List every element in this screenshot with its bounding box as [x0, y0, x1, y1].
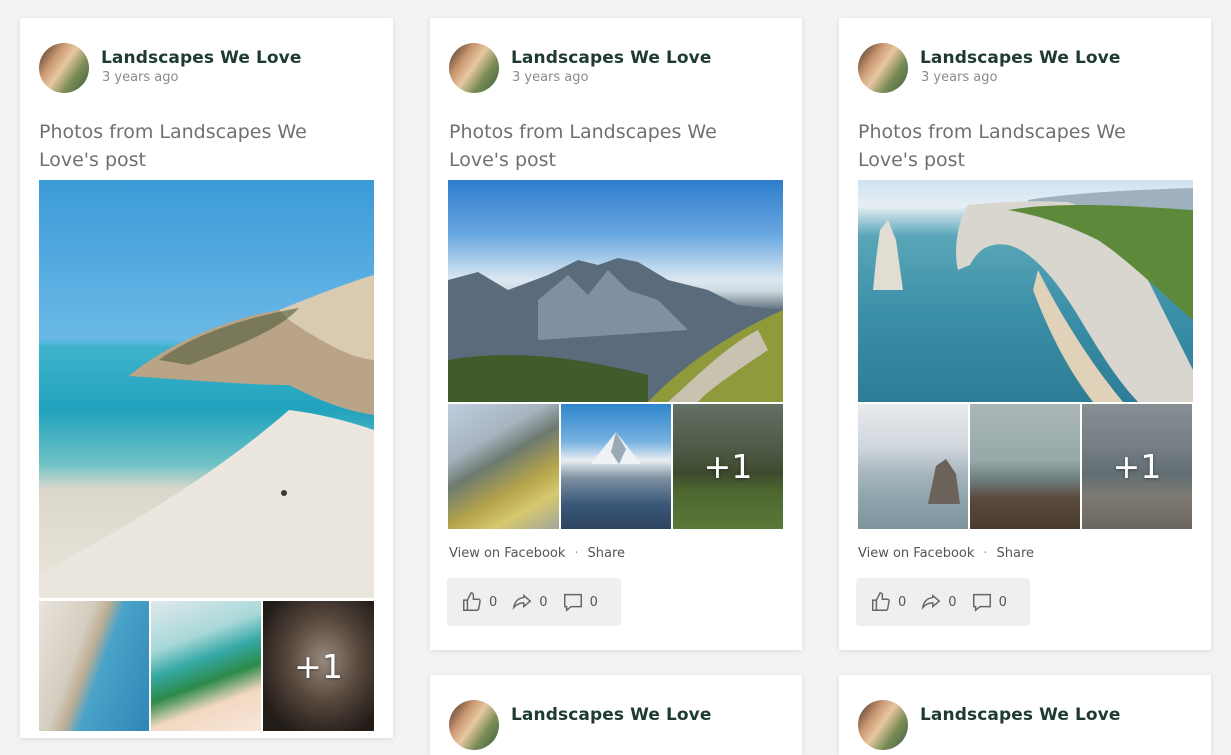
- avatar[interactable]: [449, 700, 499, 750]
- thumbs-up-icon: [463, 592, 481, 611]
- post-card-5: Landscapes We Love: [839, 675, 1211, 755]
- reactions-bar: 0 0 0: [447, 578, 621, 626]
- main-photo-mountains[interactable]: [448, 180, 783, 402]
- post-time: 3 years ago: [921, 70, 998, 85]
- post-card-4: Landscapes We Love: [430, 675, 802, 755]
- comment-button[interactable]: 0: [562, 591, 598, 613]
- comment-button[interactable]: 0: [971, 591, 1007, 613]
- share-arrow-icon: [512, 593, 532, 610]
- post-time: 3 years ago: [512, 70, 589, 85]
- post-title: Photos from Landscapes We Love's post: [449, 121, 717, 171]
- post-card-1: Landscapes We Love 3 years ago Photos fr…: [20, 18, 393, 738]
- thumbs-up-icon: [872, 592, 890, 611]
- thumb-photo-2[interactable]: [151, 601, 261, 731]
- share-arrow-icon: [921, 593, 941, 610]
- share-count: 0: [948, 594, 957, 610]
- main-photo-beach[interactable]: [39, 180, 374, 598]
- comment-count: 0: [589, 594, 598, 610]
- thumb-photo-3[interactable]: +1: [1082, 404, 1192, 529]
- like-count: 0: [898, 594, 907, 610]
- separator-dot: ·: [574, 546, 579, 561]
- post-card-3: Landscapes We Love 3 years ago Photos fr…: [839, 18, 1211, 650]
- comment-icon: [972, 593, 991, 612]
- post-author[interactable]: Landscapes We Love: [511, 705, 712, 725]
- thumb-photo-2[interactable]: [970, 404, 1080, 529]
- more-photos-count[interactable]: +1: [673, 404, 783, 529]
- comment-count: 0: [998, 594, 1007, 610]
- avatar[interactable]: [858, 700, 908, 750]
- share-link[interactable]: Share: [588, 546, 626, 561]
- thumb-photo-3[interactable]: +1: [263, 601, 374, 731]
- post-author[interactable]: Landscapes We Love: [511, 48, 712, 68]
- more-photos-count[interactable]: +1: [1082, 404, 1192, 529]
- post-title: Photos from Landscapes We Love's post: [39, 121, 307, 171]
- share-button[interactable]: 0: [511, 591, 548, 613]
- avatar[interactable]: [449, 43, 499, 93]
- like-button[interactable]: 0: [870, 591, 906, 613]
- post-author[interactable]: Landscapes We Love: [920, 705, 1121, 725]
- thumb-photo-1[interactable]: [858, 404, 968, 529]
- post-links: View on Facebook · Share: [449, 546, 625, 561]
- post-author[interactable]: Landscapes We Love: [920, 48, 1121, 68]
- avatar[interactable]: [39, 43, 89, 93]
- post-links: View on Facebook · Share: [858, 546, 1034, 561]
- thumb-photo-2[interactable]: [561, 404, 671, 529]
- view-on-facebook-link[interactable]: View on Facebook: [449, 546, 565, 561]
- post-author[interactable]: Landscapes We Love: [101, 48, 302, 68]
- post-card-2: Landscapes We Love 3 years ago Photos fr…: [430, 18, 802, 650]
- share-link[interactable]: Share: [997, 546, 1035, 561]
- comment-icon: [563, 593, 582, 612]
- like-count: 0: [489, 594, 498, 610]
- post-time: 3 years ago: [102, 70, 179, 85]
- like-button[interactable]: 0: [461, 591, 497, 613]
- avatar[interactable]: [858, 43, 908, 93]
- separator-dot: ·: [983, 546, 988, 561]
- more-photos-count[interactable]: +1: [263, 601, 374, 731]
- share-button[interactable]: 0: [920, 591, 957, 613]
- thumb-photo-3[interactable]: +1: [673, 404, 783, 529]
- share-count: 0: [539, 594, 548, 610]
- post-title: Photos from Landscapes We Love's post: [858, 121, 1126, 171]
- view-on-facebook-link[interactable]: View on Facebook: [858, 546, 974, 561]
- thumb-photo-1[interactable]: [39, 601, 149, 731]
- main-photo-cliffs[interactable]: [858, 180, 1193, 402]
- thumb-photo-1[interactable]: [448, 404, 559, 529]
- reactions-bar: 0 0 0: [856, 578, 1030, 626]
